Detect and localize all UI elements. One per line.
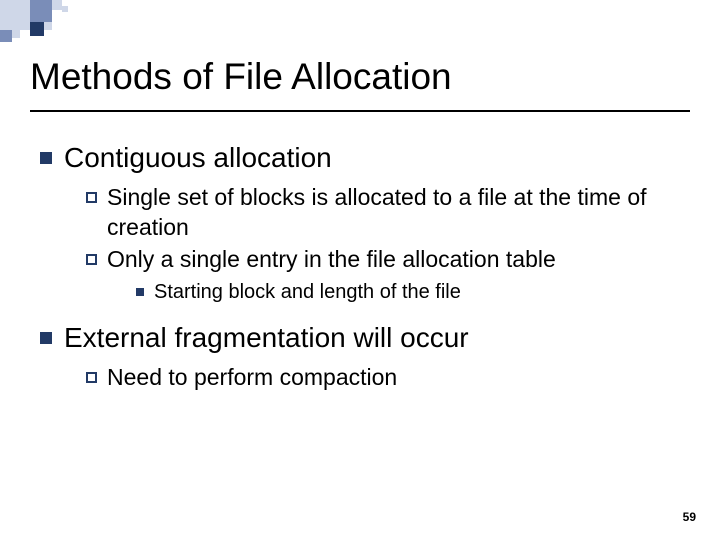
slide-title: Methods of File Allocation (30, 56, 452, 98)
sub-bullet-item: Only a single entry in the file allocati… (86, 245, 680, 275)
sub-bullet-text: Single set of blocks is allocated to a f… (107, 183, 680, 243)
outline-square-icon (86, 372, 97, 383)
outline-square-icon (86, 192, 97, 203)
bullet-item: External fragmentation will occur Need t… (40, 320, 680, 393)
bullet-text: Contiguous allocation (64, 140, 332, 175)
bullet-text: External fragmentation will occur (64, 320, 469, 355)
sub-bullet-text: Need to perform compaction (107, 363, 397, 393)
sub-bullet-item: Need to perform compaction (86, 363, 680, 393)
title-underline (30, 110, 690, 112)
bullet-item: Contiguous allocation Single set of bloc… (40, 140, 680, 306)
filled-square-icon (136, 288, 144, 296)
filled-square-icon (40, 152, 52, 164)
header-decoration (0, 0, 720, 46)
page-number: 59 (683, 510, 696, 524)
slide-content: Contiguous allocation Single set of bloc… (40, 140, 680, 407)
sub-bullet-item: Single set of blocks is allocated to a f… (86, 183, 680, 243)
sub-sub-bullet-item: Starting block and length of the file (136, 279, 680, 306)
sub-sub-bullet-text: Starting block and length of the file (154, 279, 461, 306)
outline-square-icon (86, 254, 97, 265)
sub-bullet-text: Only a single entry in the file allocati… (107, 245, 556, 275)
filled-square-icon (40, 332, 52, 344)
